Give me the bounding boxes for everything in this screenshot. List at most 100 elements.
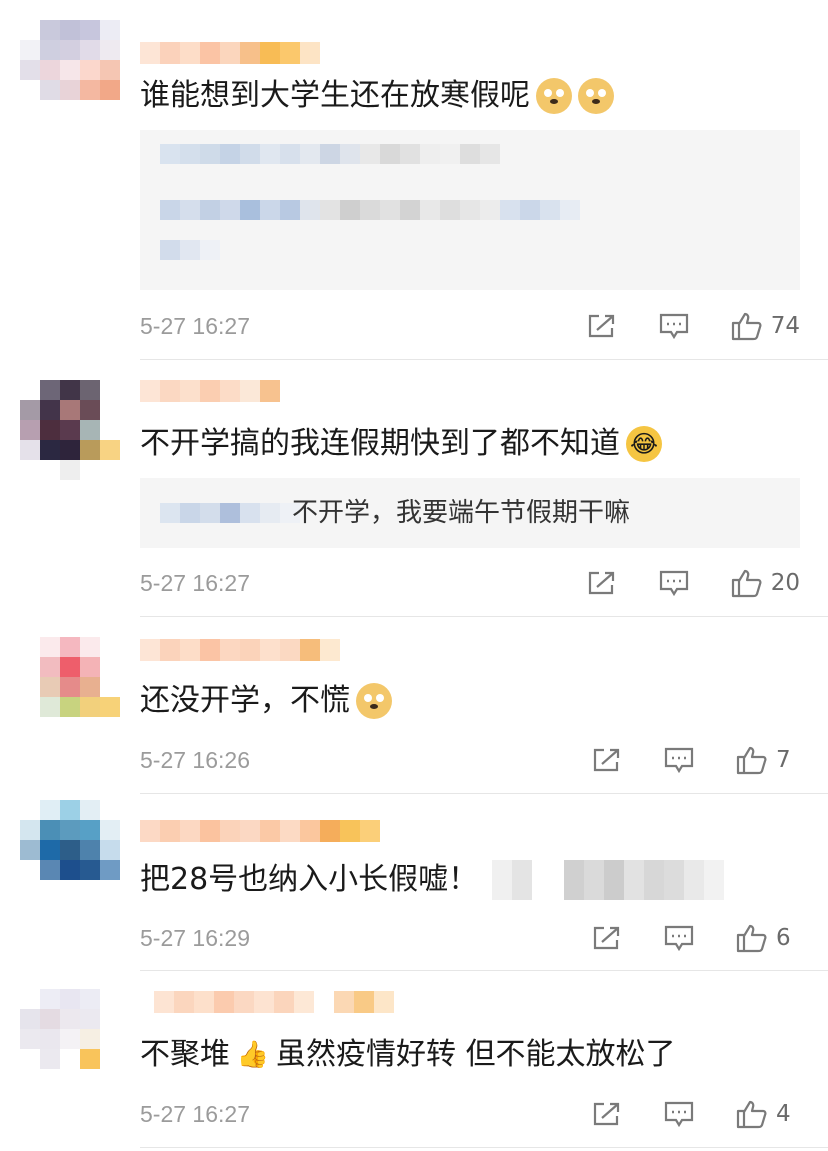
like-icon xyxy=(731,312,762,341)
avatar-pixel xyxy=(20,840,40,860)
comment-item: 还没开学，不慌 5-27 16:26 7 xyxy=(0,617,828,794)
avatar-pixel xyxy=(40,800,60,820)
reply-blur-cell xyxy=(160,144,180,164)
comment-icon[interactable] xyxy=(664,746,694,774)
username-blur-cell xyxy=(200,820,220,842)
avatar-pixel xyxy=(40,1049,60,1069)
avatar-pixel xyxy=(100,400,120,420)
avatar-pixel xyxy=(100,1049,120,1069)
blurred-reply-text xyxy=(160,200,580,220)
like-button[interactable]: 74 xyxy=(731,311,800,341)
avatar-pixel xyxy=(80,860,100,880)
avatar-pixel xyxy=(60,80,80,100)
avatar-pixel xyxy=(80,820,100,840)
share-icon[interactable] xyxy=(587,313,617,339)
avatar-pixel xyxy=(20,380,40,400)
divider xyxy=(140,1147,828,1148)
reply-blur-cell xyxy=(480,200,500,220)
avatar-pixel xyxy=(40,20,60,40)
like-button[interactable]: 6 xyxy=(736,923,800,953)
avatar-pixel xyxy=(20,440,40,460)
avatar-pixel xyxy=(40,989,60,1009)
like-count: 74 xyxy=(770,313,800,339)
share-icon[interactable] xyxy=(592,1101,622,1127)
avatar-pixel xyxy=(20,1049,40,1069)
like-icon xyxy=(736,746,767,775)
reply-blur-cell xyxy=(420,144,440,164)
comment-icon[interactable] xyxy=(664,924,694,952)
username-blur-cell xyxy=(234,991,254,1013)
avatar-pixel xyxy=(20,1069,40,1089)
avatar-pixel xyxy=(100,880,120,900)
reply-preview[interactable] xyxy=(140,130,800,290)
avatar-pixel xyxy=(40,380,60,400)
comment-item: 谁能想到大学生还在放寒假呢 5-27 16:27 74 xyxy=(0,0,828,360)
avatar-pixel xyxy=(60,1049,80,1069)
avatar-pixel xyxy=(80,1069,100,1089)
share-icon[interactable] xyxy=(587,570,617,596)
like-button[interactable]: 7 xyxy=(736,745,800,775)
avatar-pixel xyxy=(100,1009,120,1029)
comment-text: 还没开学，不慌 xyxy=(140,681,392,721)
avatar-pixel xyxy=(40,1029,60,1049)
username-blur-cell xyxy=(300,639,320,661)
avatar-pixel xyxy=(60,100,80,120)
avatar[interactable] xyxy=(20,380,120,480)
blurred-reply-text xyxy=(160,240,220,260)
avatar[interactable] xyxy=(20,800,120,900)
avatar-pixel xyxy=(100,100,120,120)
avatar-pixel xyxy=(80,40,100,60)
avatar-pixel xyxy=(40,1009,60,1029)
username[interactable] xyxy=(140,380,320,402)
avatar-pixel xyxy=(20,1009,40,1029)
avatar-pixel xyxy=(20,400,40,420)
reply-blur-cell xyxy=(380,200,400,220)
reply-blur-cell xyxy=(520,200,540,220)
avatar-pixel xyxy=(60,697,80,717)
username-blur-cell xyxy=(200,380,220,402)
avatar-pixel xyxy=(80,80,100,100)
reply-blur-cell xyxy=(460,200,480,220)
username-blur-cell xyxy=(214,991,234,1013)
avatar-pixel xyxy=(20,460,40,480)
username-blur-cell xyxy=(240,639,260,661)
avatar-pixel xyxy=(20,420,40,440)
like-button[interactable]: 20 xyxy=(731,568,800,598)
username-blur-cell xyxy=(140,639,160,661)
text-blur-cell xyxy=(492,860,513,900)
comment-icon[interactable] xyxy=(659,312,689,340)
username-blur-cell xyxy=(180,820,200,842)
share-icon[interactable] xyxy=(592,747,622,773)
share-icon[interactable] xyxy=(592,925,622,951)
avatar-pixel xyxy=(80,460,100,480)
avatar-pixel xyxy=(20,677,40,697)
avatar-pixel xyxy=(100,380,120,400)
avatar-pixel xyxy=(100,840,120,860)
avatar-pixel xyxy=(20,880,40,900)
username-blur-cell xyxy=(154,991,174,1013)
username-blur-cell xyxy=(134,991,154,1013)
avatar-pixel xyxy=(20,657,40,677)
avatar-pixel xyxy=(60,637,80,657)
username-blur-cell xyxy=(260,820,280,842)
avatar-pixel xyxy=(60,717,80,737)
username[interactable] xyxy=(140,639,340,661)
avatar[interactable] xyxy=(20,989,120,1089)
avatar[interactable] xyxy=(20,20,120,120)
like-count: 4 xyxy=(776,1101,791,1127)
reply-preview[interactable]: 不开学，我要端午节假期干嘛 xyxy=(140,478,800,548)
comment-icon[interactable] xyxy=(664,1100,694,1128)
avatar-pixel xyxy=(20,40,40,60)
timestamp: 5-27 16:27 xyxy=(140,312,250,339)
like-button[interactable]: 4 xyxy=(736,1099,800,1129)
avatar[interactable] xyxy=(20,637,120,737)
username[interactable] xyxy=(140,42,320,64)
username[interactable] xyxy=(140,820,380,842)
username-blur-cell xyxy=(300,820,320,842)
comment-icon[interactable] xyxy=(659,569,689,597)
avatar-pixel xyxy=(100,20,120,40)
avatar-pixel xyxy=(100,440,120,460)
username[interactable] xyxy=(134,991,394,1013)
avatar-pixel xyxy=(100,420,120,440)
username-blur-cell xyxy=(260,380,280,402)
